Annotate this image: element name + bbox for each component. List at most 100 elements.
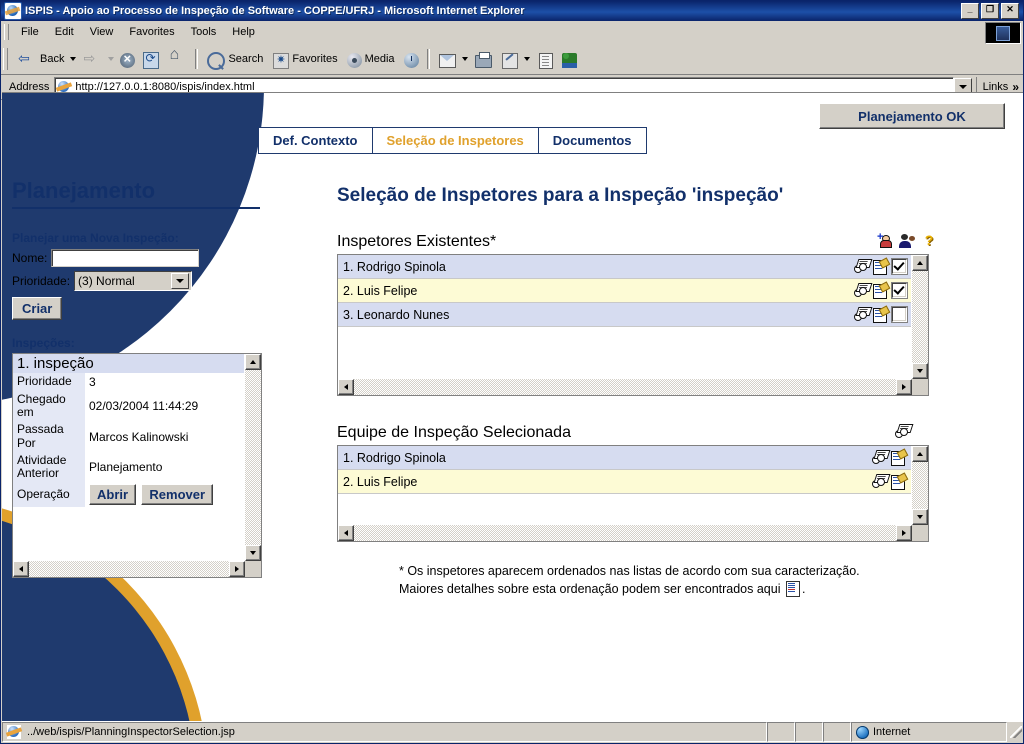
help-icon[interactable]: ? (921, 233, 937, 248)
minimize-button[interactable]: _ (961, 3, 979, 19)
document-link-icon[interactable] (785, 581, 801, 598)
messenger-button[interactable] (557, 47, 581, 71)
favorites-button[interactable]: Favorites (267, 47, 341, 71)
menu-favorites[interactable]: Favorites (121, 24, 182, 40)
scroll-right-button[interactable] (896, 379, 912, 395)
scroll-left-button[interactable] (338, 525, 354, 541)
tab-documentos[interactable]: Documentos (539, 128, 646, 153)
select-checkbox[interactable] (892, 307, 907, 322)
selected-team-header: Equipe de Inspeção Selecionada (337, 424, 937, 442)
inspector-name: 3. Leonardo Nunes (343, 307, 450, 322)
existing-list-vertical-scrollbar[interactable] (912, 255, 928, 379)
browser-window: ISPIS - Apoio ao Processo de Inspeção de… (0, 0, 1024, 744)
menu-tools[interactable]: Tools (183, 24, 225, 40)
edit-button[interactable] (496, 47, 522, 71)
back-dropdown-icon[interactable] (70, 57, 77, 61)
scroll-left-button[interactable] (13, 561, 29, 577)
list-item[interactable]: 2. Luis Felipe (338, 470, 911, 494)
select-checkbox[interactable] (892, 259, 907, 274)
properties-icon[interactable] (891, 474, 907, 490)
footnote-period: . (801, 582, 806, 597)
back-arrow-icon (17, 49, 37, 69)
properties-icon[interactable] (873, 283, 889, 299)
row-key: Passada Por (13, 421, 85, 452)
arrow-left-icon (344, 530, 348, 536)
discuss-button[interactable] (532, 47, 557, 71)
menu-view[interactable]: View (82, 24, 122, 40)
name-input[interactable] (51, 249, 200, 267)
history-icon (403, 52, 419, 68)
forward-button[interactable] (78, 47, 106, 71)
view-icon[interactable] (895, 424, 914, 439)
list-item[interactable]: 2. Luis Felipe (338, 279, 911, 303)
select-checkbox[interactable] (892, 283, 907, 298)
scroll-down-button[interactable] (912, 509, 928, 525)
team-list-vertical-scrollbar[interactable] (912, 446, 928, 525)
back-button[interactable]: Back (13, 47, 68, 71)
view-icon[interactable] (854, 283, 873, 298)
maximize-restore-button[interactable]: ❐ (981, 3, 999, 19)
view-icon[interactable] (872, 474, 891, 489)
favorites-star-icon (273, 52, 290, 69)
stop-button[interactable] (116, 47, 139, 71)
view-icon[interactable] (872, 450, 891, 465)
scroll-up-button[interactable] (912, 446, 928, 462)
team-list-horizontal-scrollbar[interactable] (338, 525, 912, 541)
scroll-up-button[interactable] (912, 255, 928, 271)
properties-icon[interactable] (873, 307, 889, 323)
menu-bar: File Edit View Favorites Tools Help (1, 21, 1023, 44)
list-item[interactable]: 3. Leonardo Nunes (338, 303, 911, 327)
favorites-label: Favorites (292, 53, 338, 65)
mail-button[interactable] (434, 47, 460, 71)
priority-dropdown-button[interactable] (171, 273, 190, 289)
search-label: Search (228, 53, 264, 65)
search-button[interactable]: Search (202, 47, 267, 71)
menu-help[interactable]: Help (224, 24, 263, 40)
chevron-down-icon (958, 85, 967, 89)
inspections-vertical-scrollbar[interactable] (245, 354, 261, 561)
history-button[interactable] (399, 47, 423, 71)
home-button[interactable] (163, 46, 191, 71)
print-button[interactable] (470, 47, 496, 71)
properties-icon[interactable] (891, 450, 907, 466)
selected-team-title: Equipe de Inspeção Selecionada (337, 424, 571, 441)
scroll-down-button[interactable] (245, 545, 261, 561)
stop-icon (120, 51, 136, 68)
edit-dropdown-icon[interactable] (523, 57, 530, 61)
planejamento-ok-button[interactable]: Planejamento OK (819, 103, 1005, 129)
status-page-icon (7, 725, 21, 739)
forward-dropdown-icon[interactable] (108, 57, 115, 61)
tab-selecao-inspetores[interactable]: Seleção de Inspetores (373, 128, 539, 153)
priority-select[interactable]: (3) Normal (74, 271, 193, 291)
scroll-left-button[interactable] (338, 379, 354, 395)
status-cell-2 (795, 722, 823, 742)
toolbar-grip[interactable] (3, 48, 8, 70)
scrollbar-corner (912, 525, 928, 541)
existing-list-horizontal-scrollbar[interactable] (338, 379, 912, 395)
media-label: Media (364, 53, 395, 65)
close-button[interactable]: ✕ (1001, 3, 1019, 19)
scroll-right-button[interactable] (229, 561, 245, 577)
list-item[interactable]: 1. Rodrigo Spinola (338, 255, 911, 279)
view-icon[interactable] (854, 259, 873, 274)
list-item[interactable]: 1. Rodrigo Spinola (338, 446, 911, 470)
scroll-right-button[interactable] (896, 525, 912, 541)
mail-dropdown-icon[interactable] (461, 57, 468, 61)
criar-button[interactable]: Criar (12, 297, 63, 320)
properties-icon[interactable] (873, 259, 889, 275)
add-person-icon[interactable]: + (877, 232, 893, 248)
scroll-up-button[interactable] (245, 354, 261, 370)
media-button[interactable]: Media (342, 47, 399, 71)
remover-button[interactable]: Remover (141, 484, 214, 506)
abrir-button[interactable]: Abrir (89, 484, 137, 506)
view-icon[interactable] (854, 307, 873, 322)
inspections-horizontal-scrollbar[interactable] (13, 561, 245, 577)
group-icon[interactable] (899, 233, 915, 248)
tab-def-contexto[interactable]: Def. Contexto (259, 128, 373, 153)
resize-grip[interactable] (1009, 725, 1023, 739)
menu-edit[interactable]: Edit (47, 24, 82, 40)
menu-file[interactable]: File (13, 24, 47, 40)
refresh-button[interactable] (139, 47, 163, 71)
scroll-down-button[interactable] (912, 363, 928, 379)
menu-grip[interactable] (4, 24, 9, 40)
